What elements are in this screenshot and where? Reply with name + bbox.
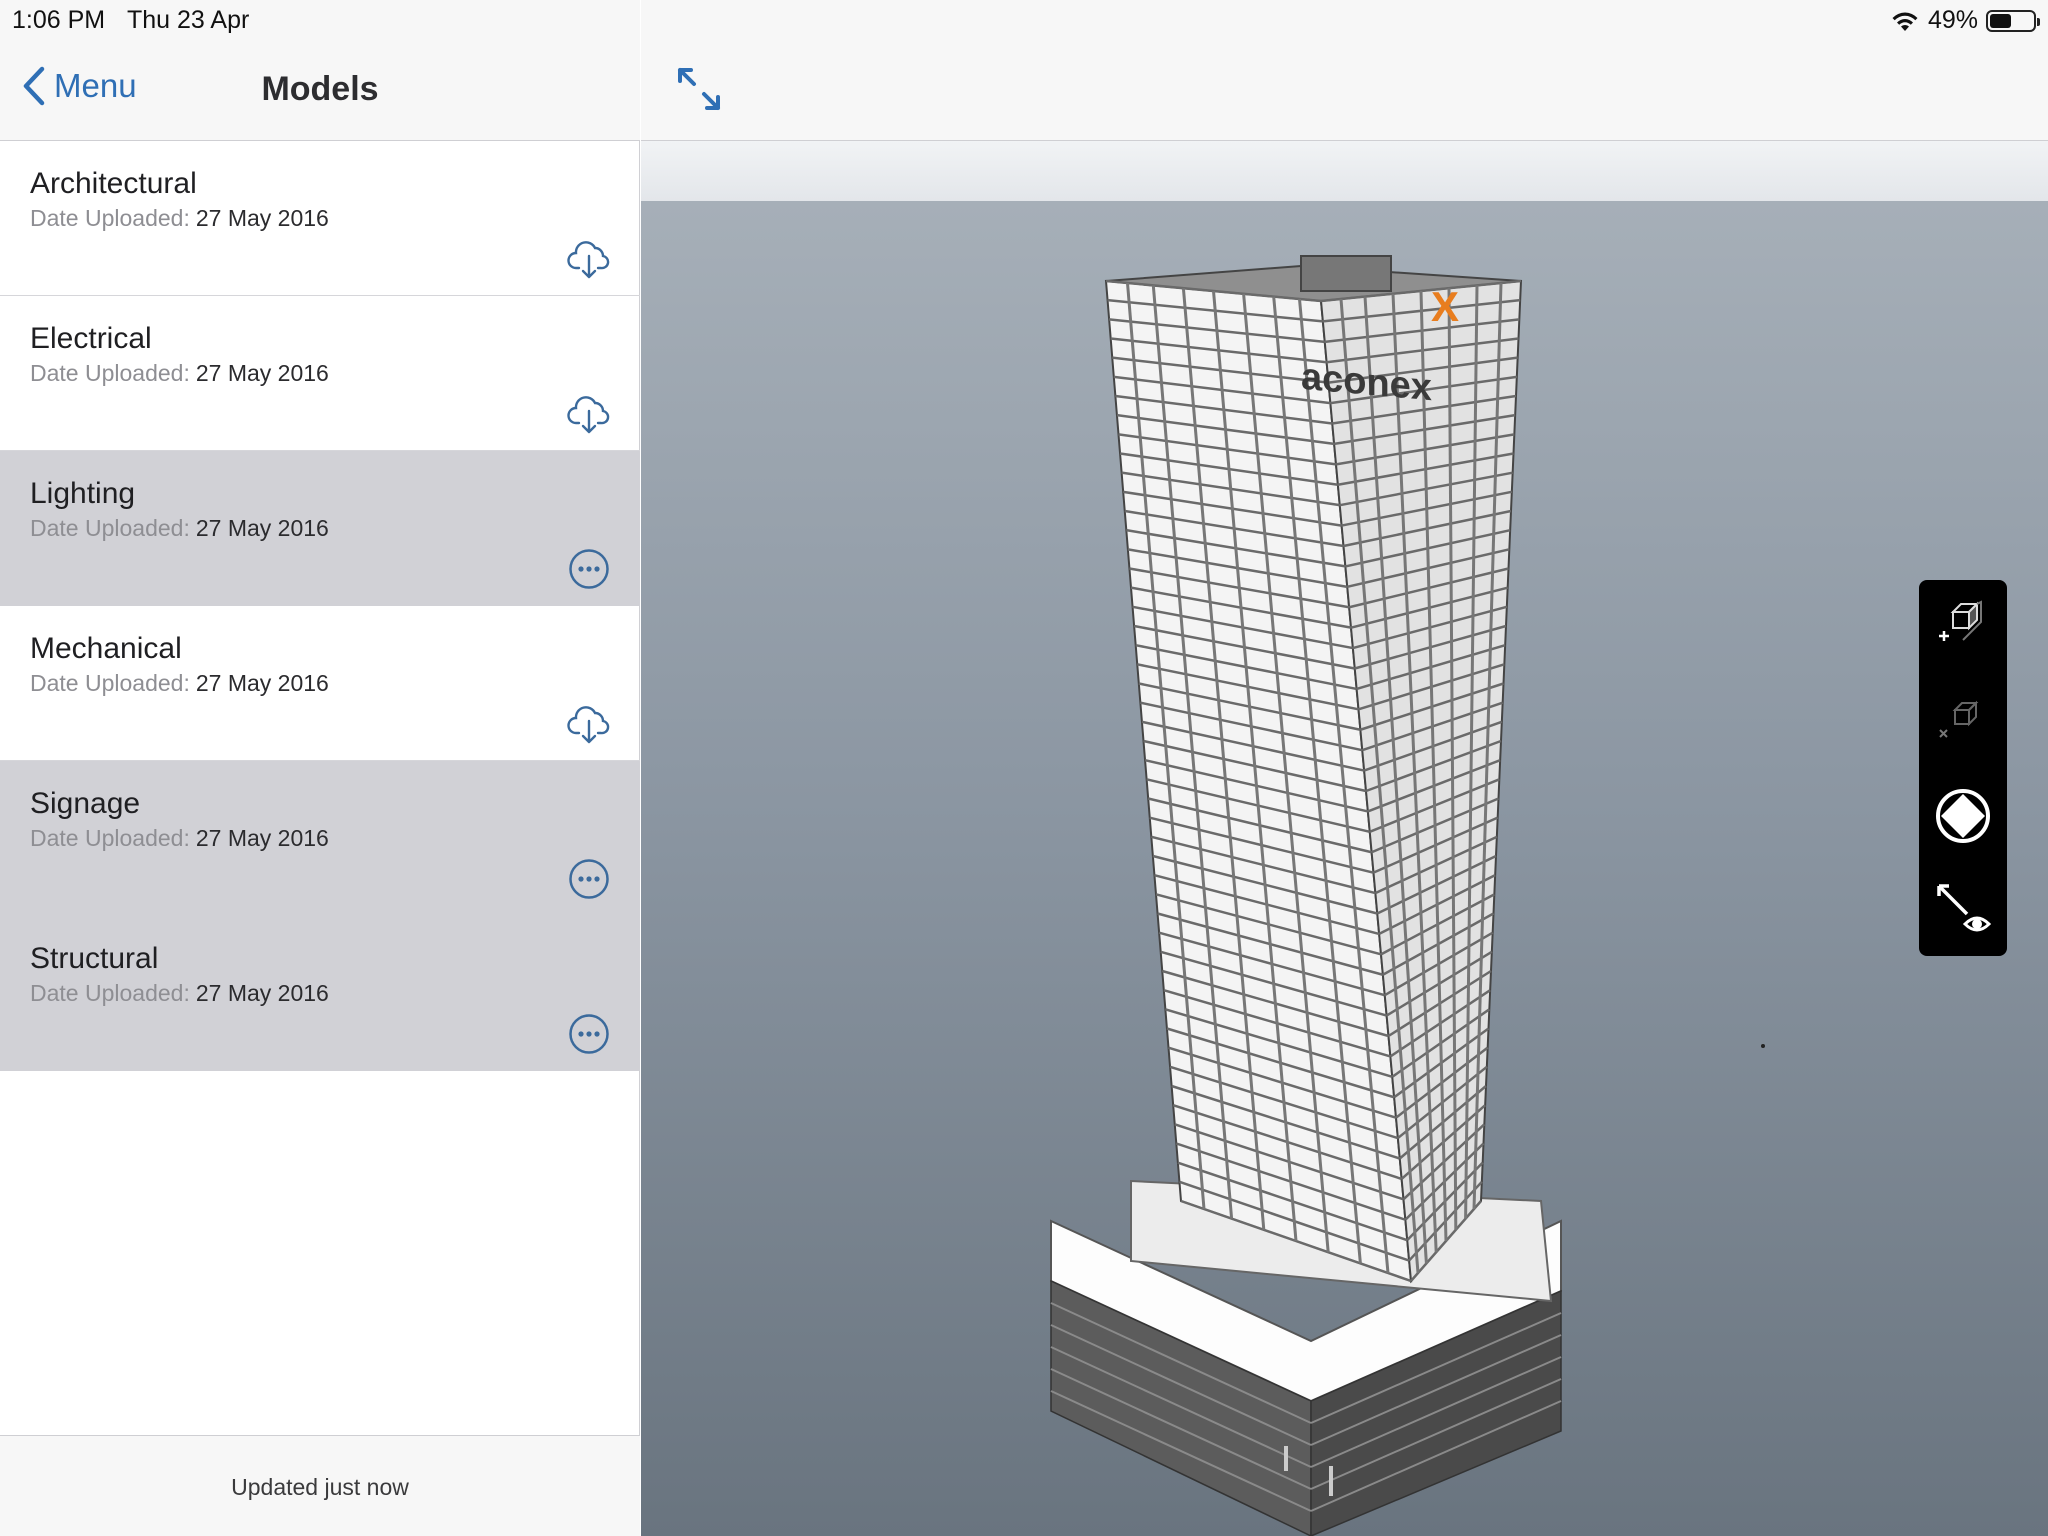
more-button[interactable] [567, 857, 611, 901]
date-label: Date Uploaded: [30, 515, 190, 541]
walk-look-icon [1937, 884, 1992, 932]
expand-icon [678, 68, 720, 110]
battery-icon [1986, 9, 2040, 32]
remove-section-box-button[interactable] [1931, 686, 1995, 750]
model-viewer: aconex X [641, 0, 2048, 1536]
cloud-download-icon [567, 396, 610, 434]
model-row[interactable]: Mechanical Date Uploaded: 27 May 2016 [0, 606, 640, 761]
model-date: Date Uploaded: 27 May 2016 [30, 205, 329, 232]
models-panel: Menu Models Architectural Date Uploaded: 2… [0, 0, 640, 1536]
update-status: Updated just now [231, 1474, 409, 1500]
model-date: Date Uploaded: 27 May 2016 [30, 360, 329, 387]
expand-button[interactable] [676, 66, 722, 112]
model-name: Lighting [30, 477, 136, 510]
battery-percent: 49% [1927, 6, 1978, 34]
add-section-box-icon [1939, 600, 1982, 641]
model-date: Date Uploaded: 27 May 2016 [30, 670, 329, 697]
date-label: Date Uploaded: [30, 205, 190, 231]
orbit-navigate-button[interactable] [1931, 784, 1995, 848]
date-value: 27 May 2016 [195, 360, 329, 386]
download-button[interactable] [567, 392, 611, 436]
date-value: 27 May 2016 [195, 825, 329, 851]
model-row[interactable]: Structural Date Uploaded: 27 May 2016 [0, 916, 640, 1071]
status-time: 1:06 PM [12, 6, 106, 34]
walk-look-button[interactable] [1931, 878, 1995, 942]
model-date: Date Uploaded: 27 May 2016 [30, 980, 329, 1007]
status-bar: 1:06 PM Thu 23 Apr 49% [0, 0, 2048, 40]
remove-section-box-icon [1939, 700, 1979, 738]
download-button[interactable] [567, 237, 611, 281]
model-row[interactable]: Lighting Date Uploaded: 27 May 2016 [0, 451, 640, 606]
download-button[interactable] [567, 702, 611, 746]
date-label: Date Uploaded: [30, 825, 190, 851]
date-label: Date Uploaded: [30, 980, 190, 1006]
more-button[interactable] [567, 1012, 611, 1056]
more-icon [569, 1014, 609, 1054]
date-value: 27 May 2016 [195, 515, 329, 541]
cloud-download-icon [567, 241, 610, 279]
building-model: aconex X [1050, 255, 1765, 1536]
date-value: 27 May 2016 [195, 670, 329, 696]
cloud-download-icon [567, 706, 610, 744]
more-icon [569, 549, 609, 589]
model-row[interactable]: Electrical Date Uploaded: 27 May 2016 [0, 296, 640, 451]
viewport-band [641, 141, 2048, 201]
date-value: 27 May 2016 [195, 205, 329, 231]
more-icon [569, 859, 609, 899]
panel-footer: Updated just now [0, 1435, 640, 1536]
model-name: Signage [30, 787, 141, 820]
model-name: Architectural [30, 167, 197, 200]
tool-palette [1919, 580, 2007, 956]
model-name: Structural [30, 942, 159, 975]
date-value: 27 May 2016 [195, 980, 329, 1006]
status-date: Thu 23 Apr [127, 6, 250, 34]
wifi-icon [1892, 12, 1918, 31]
status-right: 49% [1890, 6, 2040, 35]
model-date: Date Uploaded: 27 May 2016 [30, 825, 329, 852]
page-title: Models [261, 70, 379, 108]
model-list: Architectural Date Uploaded: 27 May 2016 El… [0, 141, 640, 1071]
more-button[interactable] [567, 547, 611, 591]
orbit-navigate-icon [1936, 789, 1990, 843]
model-row[interactable]: Signage Date Uploaded: 27 May 2016 [0, 761, 640, 916]
model-row[interactable]: Architectural Date Uploaded: 27 May 2016 [0, 141, 640, 296]
model-date: Date Uploaded: 27 May 2016 [30, 515, 329, 542]
model-name: Mechanical [30, 632, 182, 665]
add-section-box-button[interactable] [1931, 590, 1995, 654]
logo-x-mark: X [1431, 283, 1459, 330]
3d-viewport[interactable]: aconex X [641, 201, 2048, 1536]
model-name: Electrical [30, 322, 152, 355]
date-label: Date Uploaded: [30, 360, 190, 386]
date-label: Date Uploaded: [30, 670, 190, 696]
